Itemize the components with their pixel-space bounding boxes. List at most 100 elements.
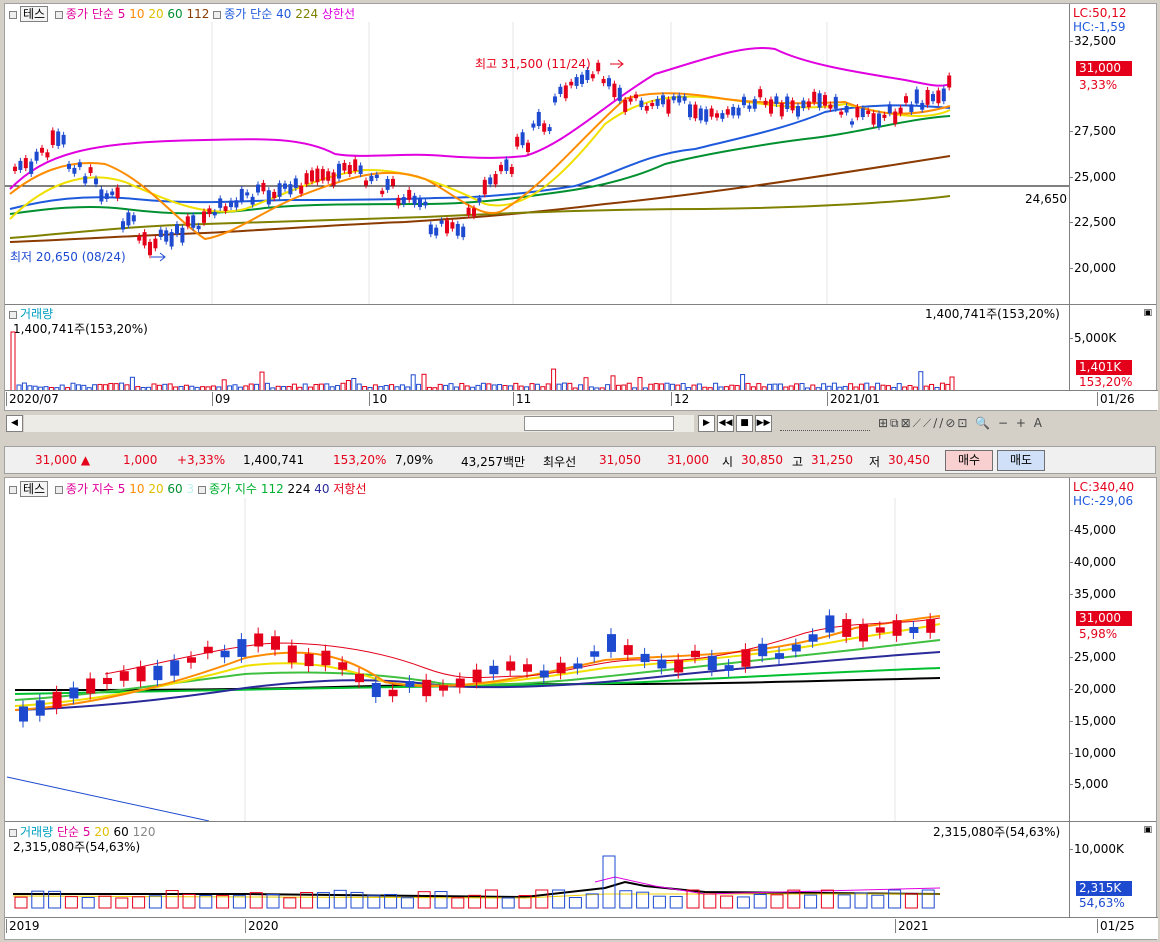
zoom-slider[interactable] [780, 417, 870, 431]
candle [882, 114, 887, 118]
candle [396, 197, 401, 206]
candle [941, 88, 946, 102]
bottom-volume-axis: ▣ 10,000K 2,315K 54,63% [1069, 821, 1156, 917]
pane-close-icon[interactable]: ▣ [1143, 823, 1152, 837]
candle [239, 188, 244, 202]
scroll-left-button[interactable]: ◀ [6, 415, 23, 432]
candle [137, 236, 142, 241]
candle [266, 190, 271, 205]
top-volume-pane[interactable]: 거래량 1,400,741주(153,20%) 1,400,741주(153,2… [5, 304, 1071, 391]
bottom-price-plot[interactable] [5, 478, 1071, 821]
candle [187, 657, 196, 663]
info-turnover: 7,09% [395, 453, 434, 467]
volume-bar [484, 889, 498, 909]
candle [203, 646, 213, 654]
volume-bar [568, 897, 582, 909]
candle [931, 94, 935, 102]
volume-bar [619, 890, 633, 909]
hc-value: HC:-29,06 [1073, 494, 1134, 508]
candle [650, 102, 655, 107]
candle [947, 75, 952, 88]
candle [315, 168, 320, 183]
candle [742, 96, 746, 106]
candle [661, 95, 665, 105]
candle [428, 224, 433, 235]
candle [77, 162, 82, 168]
play-icon[interactable]: ▶ [698, 415, 715, 432]
candle [472, 669, 482, 683]
candle [828, 104, 833, 109]
candle [909, 104, 914, 112]
info-open: 30,850 [741, 453, 783, 467]
candle [61, 134, 66, 145]
candle [67, 163, 71, 169]
y-tick: 45,000 [1069, 523, 1116, 537]
candle [707, 655, 717, 671]
fast-forward-icon[interactable]: ▶▶ [755, 415, 772, 432]
top-price-axis: LC:50,12 HC:-1,59 32,500 31,000 3,33% 27… [1069, 4, 1156, 304]
volume-bar [921, 889, 935, 909]
candle [223, 206, 228, 212]
rewind-icon[interactable]: ◀◀ [717, 415, 734, 432]
tool-icons[interactable]: ⊞⧉⊠⟋⟋∕∕⊘⊡ 🔍 − + A [878, 416, 1044, 430]
candle [220, 650, 230, 658]
info-low: 30,450 [888, 453, 930, 467]
volume-bar [636, 891, 650, 909]
candle [450, 222, 455, 229]
candle [191, 215, 196, 228]
candle [791, 644, 801, 652]
candle [775, 653, 784, 659]
candle [142, 232, 147, 246]
candle [170, 660, 180, 676]
stop-icon[interactable]: ■ [736, 415, 753, 432]
buy-button[interactable]: 매수 [945, 450, 993, 471]
candle [304, 653, 314, 667]
bottom-price-axis: LC:340,40 HC:-29,06 45,000 40,000 35,000… [1068, 478, 1156, 821]
candle [682, 96, 687, 101]
candle [833, 96, 838, 109]
volume-bar [535, 889, 549, 909]
candle [271, 636, 280, 650]
candle [657, 659, 667, 669]
bottom-volume-pane[interactable]: 거래량 단순 5 20 60 120 2,315,080주(54,63%) 2,… [5, 821, 1071, 917]
pane-close-icon[interactable]: ▣ [1143, 306, 1152, 320]
candle [40, 147, 44, 153]
candle [472, 208, 476, 217]
candle [196, 225, 201, 230]
candle [607, 634, 616, 652]
date-label: 10 [368, 392, 388, 406]
top-price-plot[interactable]: 최고 31,500 (11/24) 최저 20,650 (08/24) [5, 4, 1071, 304]
candle [842, 619, 852, 637]
candle [674, 659, 684, 673]
candle [175, 224, 179, 235]
candle [461, 226, 466, 238]
candle [418, 197, 422, 208]
candle [331, 172, 336, 186]
volume-bar [904, 893, 918, 909]
bottom-chart-panel: 테스 종가 지수 5 10 20 60 3 종가 지수 112 224 40 저… [4, 477, 1158, 940]
lc-value: LC:340,40 [1073, 480, 1135, 494]
volume-bar [854, 892, 868, 909]
candle [898, 107, 903, 114]
candle [342, 162, 347, 171]
candle [347, 164, 352, 175]
candle [19, 706, 28, 722]
candle [634, 94, 638, 99]
volume-bar [720, 895, 734, 909]
volume-bar [736, 896, 750, 909]
candle [506, 661, 516, 671]
scrollbar-thumb[interactable] [524, 416, 674, 431]
volume-bar [918, 371, 924, 391]
volume-flag: 1,401K [1076, 360, 1132, 375]
candle [445, 220, 449, 234]
sell-button[interactable]: 매도 [997, 450, 1045, 471]
candle [763, 100, 768, 105]
quote-info-bar: 31,000 ▲ 1,000 +3,33% 1,400,741 153,20% … [4, 446, 1156, 474]
candle [850, 121, 854, 125]
candle [774, 96, 779, 105]
candle [801, 100, 806, 109]
candle [558, 86, 563, 95]
info-best-label: 최우선 [543, 455, 577, 469]
chart-toolbar: ◀ ▶ ◀◀ ■ ▶▶ ⊞⧉⊠⟋⟋∕∕⊘⊡ 🔍 − + A [4, 413, 1157, 435]
candle [539, 670, 549, 678]
